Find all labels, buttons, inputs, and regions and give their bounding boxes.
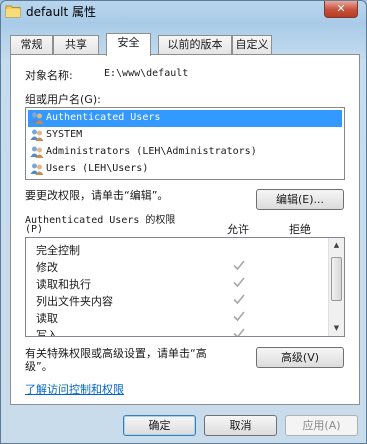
list-item-label: Authenticated Users xyxy=(46,112,161,123)
object-name-value: E:\www\default xyxy=(104,68,189,79)
folder-icon xyxy=(5,5,21,18)
advanced-hint-line2: 级”。 xyxy=(25,360,53,373)
window-title: default 属性 xyxy=(26,5,97,19)
edit-hint: 要更改权限，请单击“编辑”。 xyxy=(25,189,169,202)
permission-name: 读取 xyxy=(36,312,58,325)
tab-security[interactable]: 安全 xyxy=(106,33,151,56)
check-icon xyxy=(233,260,245,271)
allow-header: 允许 xyxy=(227,223,249,236)
tab-general[interactable]: 常规 xyxy=(10,35,53,55)
scroll-up-icon[interactable]: ▲ xyxy=(329,238,344,253)
object-name-label: 对象名称: xyxy=(25,69,73,82)
check-icon xyxy=(233,294,245,305)
check-icon xyxy=(233,311,245,322)
check-icon xyxy=(233,277,245,288)
apply-button[interactable]: 应用(A) xyxy=(285,415,358,436)
deny-header: 拒绝 xyxy=(289,223,311,236)
list-item[interactable]: SYSTEM xyxy=(28,127,342,144)
permissions-title: Authenticated Users 的权限 xyxy=(25,215,176,226)
list-item-label: Users (LEH\Users) xyxy=(46,163,149,174)
permission-name: 修改 xyxy=(36,261,58,274)
tab-strip: 常规 共享 安全 以前的版本 自定义 xyxy=(10,33,360,56)
user-group-icon xyxy=(30,112,44,124)
permission-row: 修改 xyxy=(26,258,328,274)
permissions-list[interactable]: 完全控制 修改 读取和执行 列出文件夹内容 读取 写入 ▲ ▼ xyxy=(25,237,345,337)
user-group-icon xyxy=(30,163,44,175)
list-item[interactable]: Administrators (LEH\Administrators) xyxy=(28,144,342,161)
properties-window: default 属性 ✕ 常规 共享 安全 以前的版本 自定义 对象名称: E:… xyxy=(0,0,367,444)
list-item[interactable]: Authenticated Users xyxy=(28,110,342,127)
permission-row: 列出文件夹内容 xyxy=(26,292,328,308)
permission-name: 完全控制 xyxy=(36,244,80,257)
tab-customize[interactable]: 自定义 xyxy=(232,35,272,55)
check-icon xyxy=(233,328,245,336)
learn-access-control-link[interactable]: 了解访问控制和权限 xyxy=(25,381,124,397)
group-user-label: 组或用户名(G): xyxy=(25,93,101,106)
edit-button[interactable]: 编辑(E)... xyxy=(256,189,344,210)
title-bar[interactable]: default 属性 ✕ xyxy=(1,1,366,23)
list-item-label: Administrators (LEH\Administrators) xyxy=(46,146,257,157)
scroll-down-icon[interactable]: ▼ xyxy=(329,321,344,336)
advanced-button[interactable]: 高级(V) xyxy=(256,347,344,368)
close-button[interactable]: ✕ xyxy=(324,1,358,18)
permissions-shortcut: (P) xyxy=(25,224,44,235)
tab-sharing[interactable]: 共享 xyxy=(53,35,99,55)
ok-button[interactable]: 确定 xyxy=(123,415,196,436)
security-panel: 对象名称: E:\www\default 组或用户名(G): Authentic… xyxy=(10,54,360,405)
group-user-list[interactable]: Authenticated Users SYSTEM Administrator… xyxy=(25,107,345,180)
permissions-scrollbar[interactable]: ▲ ▼ xyxy=(328,238,344,336)
list-item[interactable]: Users (LEH\Users) xyxy=(28,161,342,178)
list-item-label: SYSTEM xyxy=(46,129,83,140)
user-group-icon xyxy=(30,129,44,141)
permission-row: 完全控制 xyxy=(26,241,328,257)
permission-name: 读取和执行 xyxy=(36,278,91,291)
scroll-thumb[interactable] xyxy=(331,257,342,301)
cancel-button[interactable]: 取消 xyxy=(204,415,277,436)
tab-previous-versions[interactable]: 以前的版本 xyxy=(158,35,232,55)
permission-row: 读取和执行 xyxy=(26,275,328,291)
permission-row: 读取 xyxy=(26,309,328,325)
permission-row: 写入 xyxy=(26,326,328,337)
permission-name: 列出文件夹内容 xyxy=(36,295,113,308)
permission-name: 写入 xyxy=(36,329,58,337)
user-group-icon xyxy=(30,146,44,158)
